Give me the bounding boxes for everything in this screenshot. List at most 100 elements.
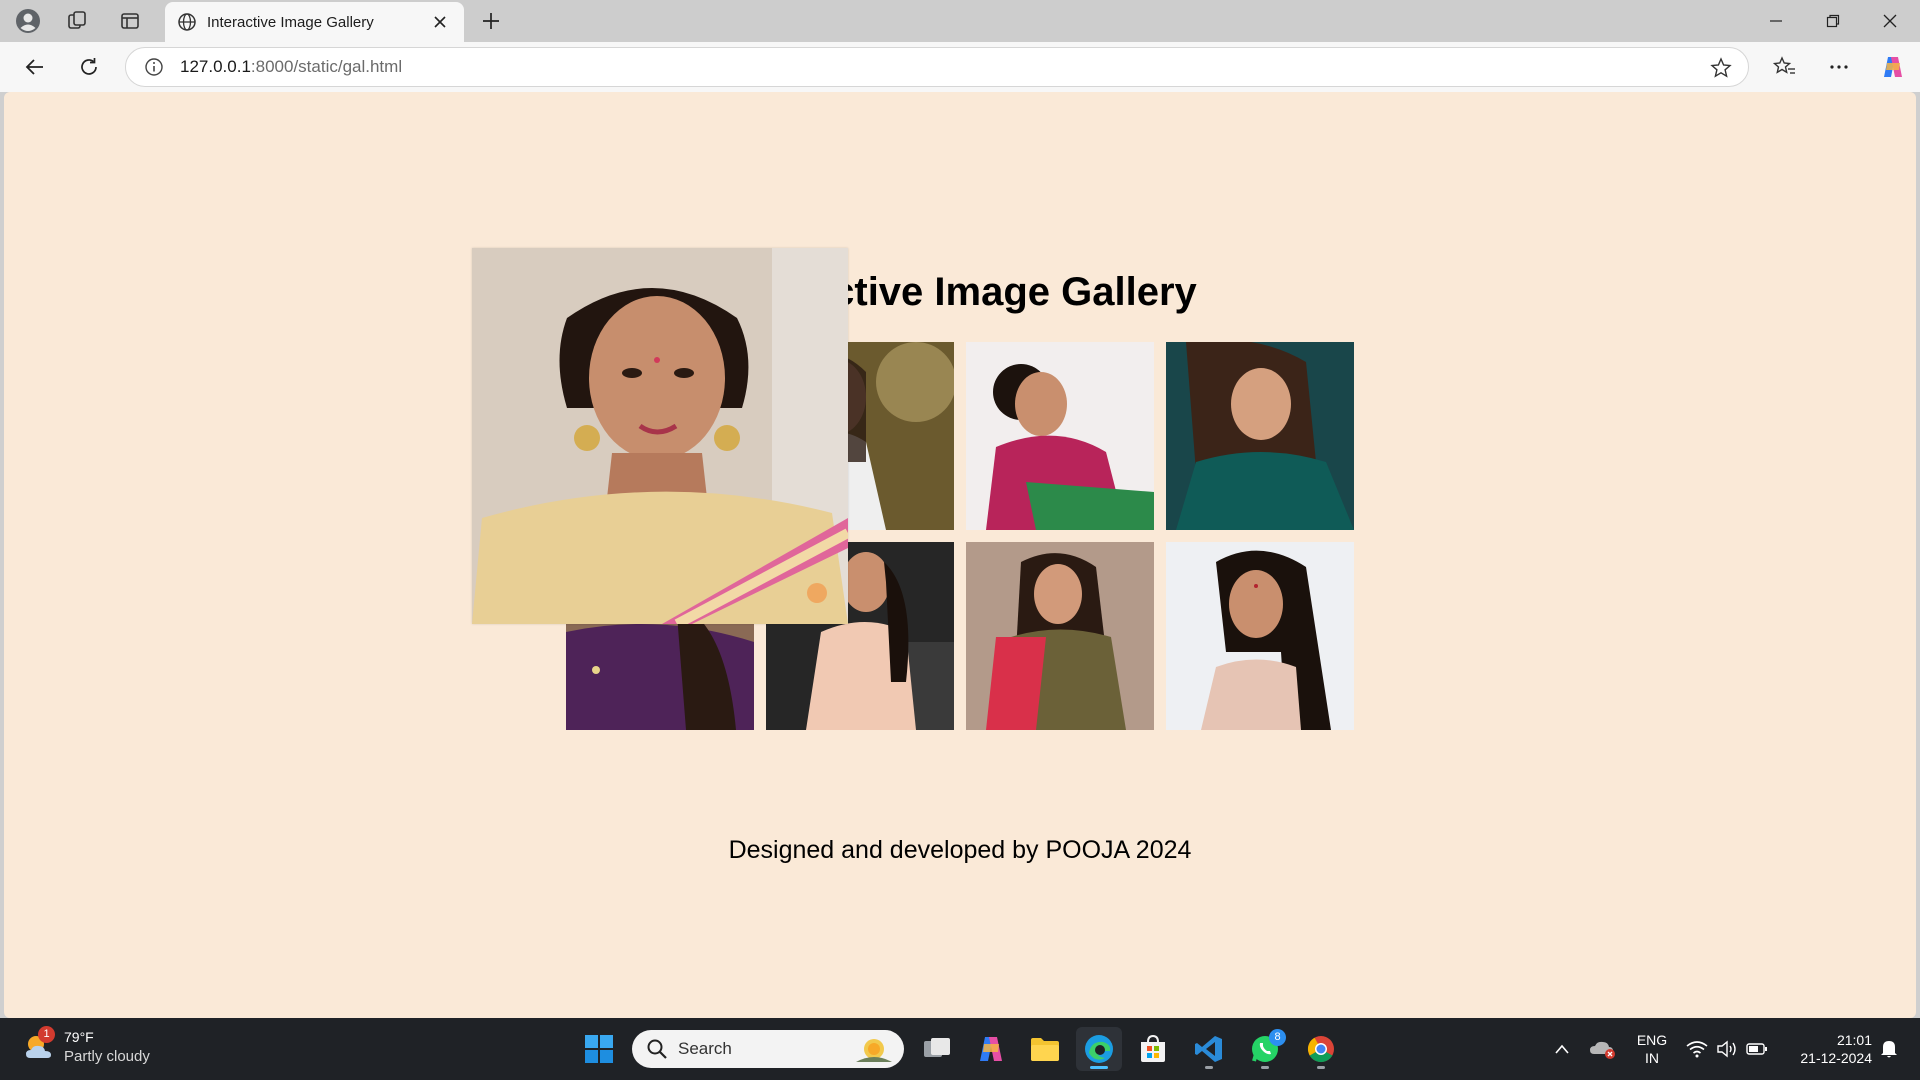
taskbar-search[interactable]: Search xyxy=(632,1030,904,1068)
minimize-icon xyxy=(1770,20,1782,22)
gallery-image-8[interactable] xyxy=(1166,542,1354,730)
tab-close-button[interactable] xyxy=(428,10,452,34)
gallery-heading: Interactive Image Gallery xyxy=(723,270,1197,314)
portrait-image xyxy=(1166,542,1354,730)
close-icon xyxy=(1883,14,1897,28)
tab-title: Interactive Image Gallery xyxy=(207,13,374,31)
restore-icon xyxy=(1826,14,1840,28)
favorites-icon xyxy=(1773,56,1795,74)
search-highlight-icon xyxy=(856,1039,892,1062)
gallery-image-4[interactable] xyxy=(1166,342,1354,530)
clock-date: 21-12-2024 xyxy=(1800,1050,1872,1066)
refresh-icon xyxy=(81,58,97,75)
system-clock[interactable]: 21:01 21-12-2024 xyxy=(1782,1031,1872,1067)
favorite-button[interactable] xyxy=(1708,55,1734,81)
vscode-icon xyxy=(1195,1036,1222,1062)
workspaces-button[interactable] xyxy=(55,5,99,37)
show-hidden-icons-button[interactable] xyxy=(1550,1030,1574,1068)
copilot-button[interactable] xyxy=(1874,51,1912,83)
running-indicator xyxy=(1261,1066,1269,1069)
tab-actions-button[interactable] xyxy=(108,5,152,37)
weather-widget[interactable]: 1 79°F Partly cloudy xyxy=(22,1026,150,1066)
page-viewport: Interactive Image Gallery Designed and d… xyxy=(4,92,1916,1018)
task-view-button[interactable] xyxy=(914,1027,960,1071)
url-host: 127.0.0.1 xyxy=(180,57,251,76)
favorites-button[interactable] xyxy=(1766,51,1804,83)
copilot-app-button[interactable] xyxy=(968,1027,1014,1071)
language-region: IN xyxy=(1645,1050,1659,1066)
url-text: 127.0.0.1:8000/static/gal.html xyxy=(180,57,402,77)
active-indicator xyxy=(1090,1066,1108,1069)
close-icon xyxy=(434,16,446,28)
language-code: ENG xyxy=(1636,1032,1668,1048)
weather-temperature: 79°F xyxy=(64,1029,94,1045)
arrow-left-icon xyxy=(25,59,43,75)
portrait-image-enlarged xyxy=(472,248,848,624)
profile-button[interactable] xyxy=(6,5,50,37)
bell-icon xyxy=(1881,1041,1897,1058)
clock-time: 21:01 xyxy=(1836,1032,1872,1048)
gallery-image-enlarged[interactable] xyxy=(472,248,848,624)
store-icon xyxy=(1141,1034,1165,1062)
portrait-image xyxy=(966,542,1154,730)
globe-icon xyxy=(178,13,196,31)
edge-button[interactable] xyxy=(1076,1027,1122,1071)
copilot-icon xyxy=(980,1037,1002,1061)
chrome-button[interactable] xyxy=(1298,1027,1344,1071)
weather-description: Partly cloudy xyxy=(64,1048,150,1065)
chevron-up-icon xyxy=(1555,1044,1569,1054)
url-path: :8000/static/gal.html xyxy=(250,57,403,76)
volume-button[interactable] xyxy=(1714,1030,1740,1068)
taskbar: 1 79°F Partly cloudy Search 8 ENG IN 21:… xyxy=(0,1018,1920,1080)
language-indicator[interactable]: ENG IN xyxy=(1632,1031,1672,1067)
onedrive-tray-button[interactable] xyxy=(1588,1030,1618,1068)
new-tab-button[interactable] xyxy=(474,5,508,37)
battery-icon xyxy=(1746,1043,1767,1055)
browser-toolbar: 127.0.0.1:8000/static/gal.html xyxy=(0,42,1920,92)
whatsapp-button[interactable]: 8 xyxy=(1242,1027,1288,1071)
chrome-icon xyxy=(1307,1036,1334,1063)
running-indicator xyxy=(1317,1066,1325,1069)
address-bar[interactable]: 127.0.0.1:8000/static/gal.html xyxy=(125,47,1749,87)
more-options-button[interactable] xyxy=(1820,51,1858,83)
wifi-button[interactable] xyxy=(1684,1030,1710,1068)
star-icon xyxy=(1710,57,1732,78)
weather-badge: 1 xyxy=(38,1026,55,1043)
restore-button[interactable] xyxy=(1805,0,1861,42)
info-icon xyxy=(145,58,163,76)
page-footer: Designed and developed by POOJA 2024 xyxy=(728,836,1192,864)
edge-icon xyxy=(1085,1035,1113,1063)
more-icon xyxy=(1830,65,1848,69)
running-indicator xyxy=(1205,1066,1213,1069)
start-button[interactable] xyxy=(576,1027,622,1071)
tab-bar: Interactive Image Gallery xyxy=(0,0,1920,42)
plus-icon xyxy=(483,13,499,29)
gallery-image-7[interactable] xyxy=(966,542,1154,730)
back-button[interactable] xyxy=(16,51,54,83)
vscode-button[interactable] xyxy=(1186,1027,1232,1071)
copilot-icon xyxy=(1884,57,1902,77)
gallery-image-3[interactable] xyxy=(966,342,1154,530)
portrait-image xyxy=(1166,342,1354,530)
weather-partly-cloudy-icon: 1 xyxy=(22,1026,56,1064)
wifi-icon xyxy=(1686,1041,1708,1058)
file-explorer-button[interactable] xyxy=(1022,1027,1068,1071)
battery-button[interactable] xyxy=(1744,1030,1770,1068)
portrait-image xyxy=(966,342,1154,530)
whatsapp-badge: 8 xyxy=(1269,1029,1286,1046)
close-window-button[interactable] xyxy=(1862,0,1918,42)
tab-interactive-image-gallery[interactable]: Interactive Image Gallery xyxy=(165,2,464,42)
microsoft-store-button[interactable] xyxy=(1130,1027,1176,1071)
notifications-button[interactable] xyxy=(1876,1030,1902,1068)
task-view-icon xyxy=(924,1038,950,1057)
folder-icon xyxy=(1031,1038,1059,1061)
refresh-button[interactable] xyxy=(70,51,108,83)
minimize-button[interactable] xyxy=(1748,0,1804,42)
search-icon xyxy=(647,1039,667,1059)
volume-icon xyxy=(1717,1040,1736,1058)
profile-icon xyxy=(16,9,40,33)
vertical-tabs-icon xyxy=(121,13,139,29)
cloud-error-icon xyxy=(1590,1041,1615,1059)
site-info-button[interactable] xyxy=(134,48,174,86)
windows-icon xyxy=(585,1035,613,1063)
